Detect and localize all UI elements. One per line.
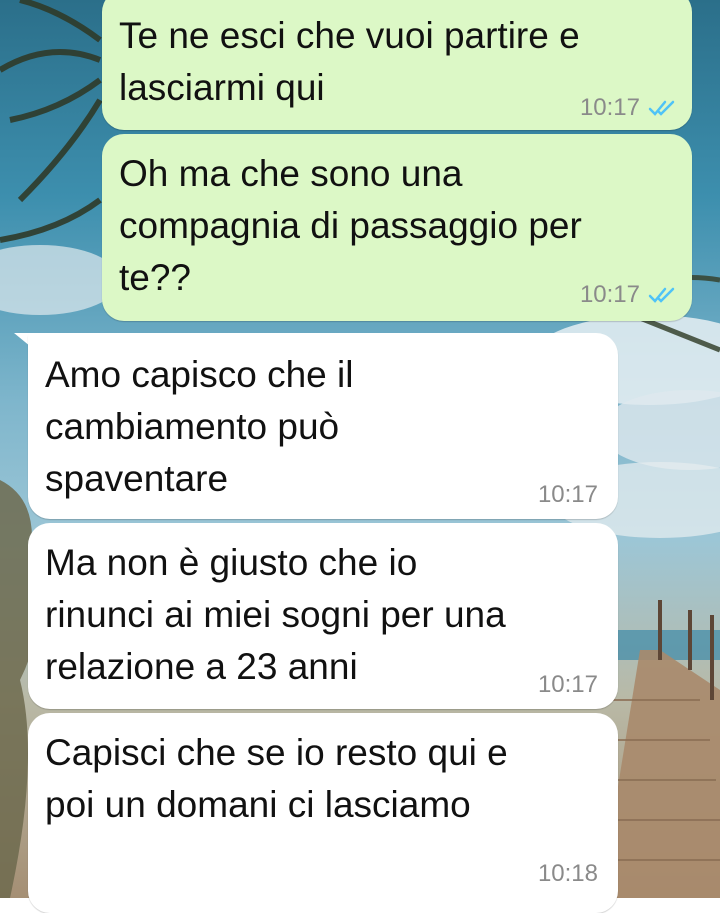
message-text: Capisci che se io resto qui e poi un dom…	[45, 732, 508, 825]
message-time: 10:17	[579, 94, 640, 121]
double-check-read-icon	[648, 287, 675, 303]
message-bubble-incoming[interactable]: Capisci che se io resto qui e poi un dom…	[28, 713, 618, 913]
message-time: 10:17	[537, 481, 598, 508]
message-text: Ma non è giusto che io rinunci ai miei s…	[45, 542, 506, 687]
message-text: Amo capisco che il cambiamento può spave…	[45, 354, 354, 499]
message-time: 10:17	[579, 281, 640, 308]
message-time: 10:17	[537, 671, 598, 698]
message-bubble-outgoing[interactable]: Te ne esci che vuoi partire e lasciarmi …	[102, 0, 692, 130]
message-bubble-incoming[interactable]: Amo capisco che il cambiamento può spave…	[28, 333, 618, 519]
message-bubble-outgoing[interactable]: Oh ma che sono una compagnia di passaggi…	[102, 134, 692, 321]
message-meta: 10:17	[580, 94, 678, 122]
message-meta: 10:17	[580, 281, 678, 309]
message-bubble-incoming[interactable]: Ma non è giusto che io rinunci ai miei s…	[28, 523, 618, 709]
message-time: 10:18	[537, 860, 598, 887]
message-meta: 10:17	[538, 671, 598, 699]
message-meta: 10:18	[538, 860, 598, 888]
message-meta: 10:17	[538, 481, 598, 509]
double-check-read-icon	[648, 100, 675, 116]
